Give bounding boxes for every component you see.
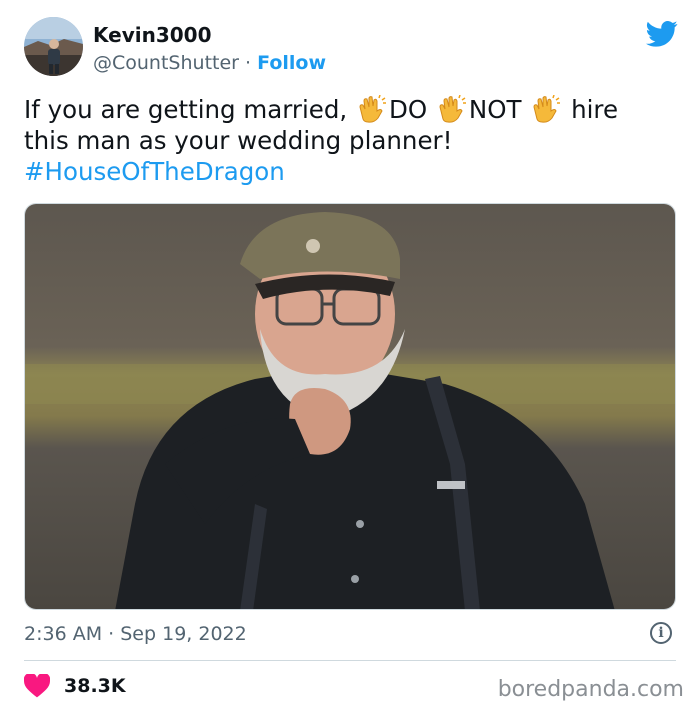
tweet-text-do: DO [388,95,435,124]
watermark: boredpanda.com [497,677,684,702]
like-button[interactable]: 38.3K [24,674,126,698]
follow-button[interactable]: Follow [257,52,326,74]
like-count: 38.3K [64,675,126,697]
separator-dot: · [108,623,115,645]
author-block: Kevin3000 @CountShutter · Follow [93,22,326,76]
tweet-text: If you are getting married, DO NOT hire … [24,94,674,187]
tweet-line-1: If you are getting married, DO NOT hire [24,94,674,125]
divider [24,660,676,661]
author-display-name[interactable]: Kevin3000 [93,22,326,48]
tweet-card: Kevin3000 @CountShutter · Follow If you … [0,0,700,713]
separator-dot: · [245,52,252,74]
clapping-hands-icon [533,95,561,123]
twitter-bird-icon[interactable] [646,20,678,48]
tweet-photo[interactable] [24,203,676,610]
clapping-hands-icon [439,95,466,123]
tweet-text-part: If you are getting married, [24,95,355,124]
tweet-line-2: this man as your wedding planner! [24,126,453,155]
author-handle-row: @CountShutter · Follow [93,50,326,76]
tweet-time: 2:36 AM [24,623,103,645]
tweet-line-3: #HouseOfTheDragon [24,156,674,187]
tweet-timestamp[interactable]: 2:36 AM · Sep 19, 2022 [24,622,247,646]
hashtag-link[interactable]: #HouseOfTheDragon [24,157,285,186]
author-handle[interactable]: @CountShutter [93,52,239,74]
tweet-date: Sep 19, 2022 [120,623,247,645]
tweet-text-part: hire [563,95,619,124]
info-icon[interactable]: i [650,622,672,644]
clapping-hands-icon [359,95,386,123]
heart-icon [24,674,50,698]
avatar[interactable] [24,17,83,76]
tweet-text-not: NOT [468,95,530,124]
